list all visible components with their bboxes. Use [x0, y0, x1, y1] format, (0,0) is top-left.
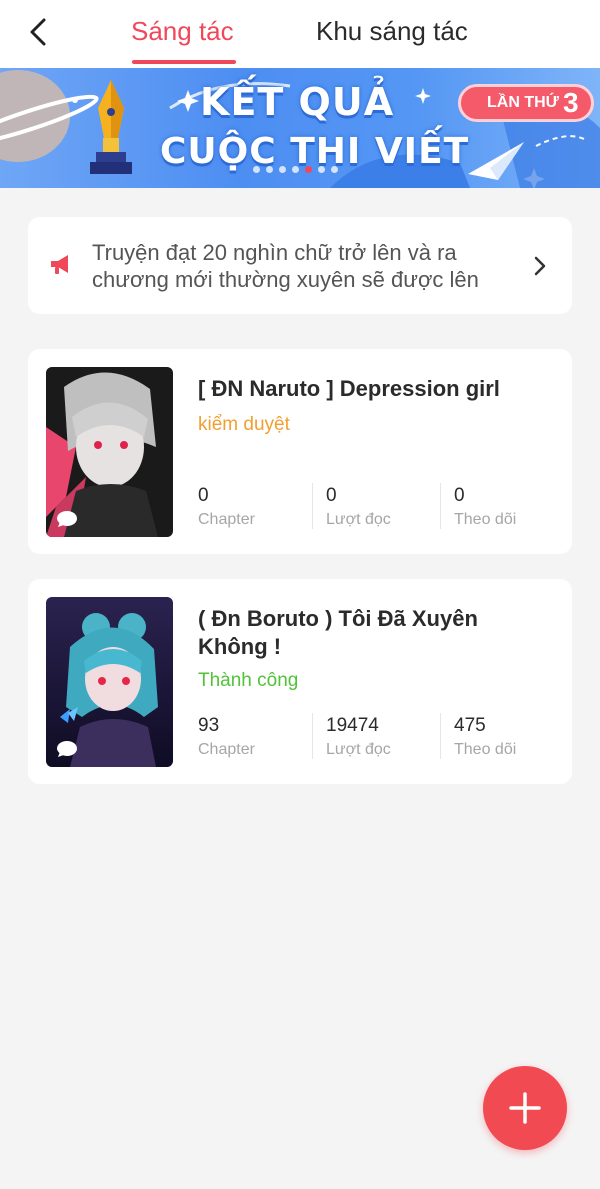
- notice-card[interactable]: Truyện đạt 20 nghìn chữ trở lên và ra ch…: [28, 217, 572, 314]
- banner-title-line1: KẾT QUẢ: [200, 80, 395, 124]
- stat-value: 475: [454, 715, 486, 736]
- megaphone-icon: [51, 255, 68, 274]
- stat-label: Chapter: [198, 741, 255, 758]
- stat-divider: [440, 483, 441, 529]
- banner-badge: LẦN THỨ 3: [458, 84, 594, 122]
- stat-views: 19474 Lượt đọc: [326, 713, 444, 761]
- add-story-button[interactable]: [483, 1066, 567, 1150]
- pagination-dot[interactable]: [292, 166, 299, 173]
- stat-followers: 475 Theo dõi: [454, 713, 572, 761]
- pagination-dot[interactable]: [253, 166, 260, 173]
- stat-chapter: 0 Chapter: [198, 483, 316, 531]
- story-card[interactable]: ( Đn Boruto ) Tôi Đã Xuyên Không ! Thành…: [28, 579, 572, 784]
- story-title: [ ĐN Naruto ] Depression girl: [198, 376, 500, 401]
- notice-text: Truyện đạt 20 nghìn chữ trở lên và ra ch…: [92, 240, 479, 292]
- stat-label: Theo dõi: [454, 511, 517, 528]
- active-tab-indicator: [132, 60, 236, 64]
- stat-value: 0: [326, 485, 337, 506]
- stat-chapter: 93 Chapter: [198, 713, 316, 761]
- tab-sang-tac[interactable]: Sáng tác: [131, 14, 234, 48]
- stat-label: Theo dõi: [454, 741, 517, 758]
- pagination-dot[interactable]: [266, 166, 273, 173]
- pagination-dot[interactable]: [331, 166, 338, 173]
- stat-label: Lượt đọc: [326, 511, 391, 528]
- stat-value: 0: [454, 485, 465, 506]
- chevron-right-icon: [534, 256, 546, 276]
- story-cover: [46, 597, 173, 767]
- story-status: Thành công: [198, 670, 299, 691]
- pagination-dot-active[interactable]: [305, 166, 312, 173]
- stat-views: 0 Lượt đọc: [326, 483, 444, 531]
- stat-label: Chapter: [198, 511, 255, 528]
- banner-badge-number: 3: [562, 87, 579, 118]
- stat-divider: [312, 713, 313, 759]
- banner-badge-text: LẦN THỨ: [487, 94, 559, 111]
- story-cover: [46, 367, 173, 537]
- stat-followers: 0 Theo dõi: [454, 483, 572, 531]
- stat-value: 93: [198, 715, 220, 736]
- story-status: kiểm duyệt: [198, 414, 290, 435]
- stat-value: 0: [198, 485, 209, 506]
- chevron-left-icon: [30, 18, 46, 46]
- stat-value: 19474: [326, 715, 379, 736]
- stat-divider: [440, 713, 441, 759]
- pagination-dot[interactable]: [279, 166, 286, 173]
- story-title: ( Đn Boruto ) Tôi Đã Xuyên Không !: [198, 606, 478, 659]
- comment-icon: [57, 511, 77, 527]
- story-card[interactable]: [ ĐN Naruto ] Depression girl kiểm duyệt…: [28, 349, 572, 554]
- top-bar: Sáng tác Khu sáng tác: [0, 0, 600, 68]
- pagination-dot[interactable]: [318, 166, 325, 173]
- banner-pagination: [253, 166, 338, 173]
- tab-khu-sang-tac[interactable]: Khu sáng tác: [316, 14, 468, 48]
- back-button[interactable]: [18, 12, 58, 52]
- plus-icon: [509, 1092, 541, 1124]
- stat-label: Lượt đọc: [326, 741, 391, 758]
- stat-divider: [312, 483, 313, 529]
- comment-icon: [57, 741, 77, 757]
